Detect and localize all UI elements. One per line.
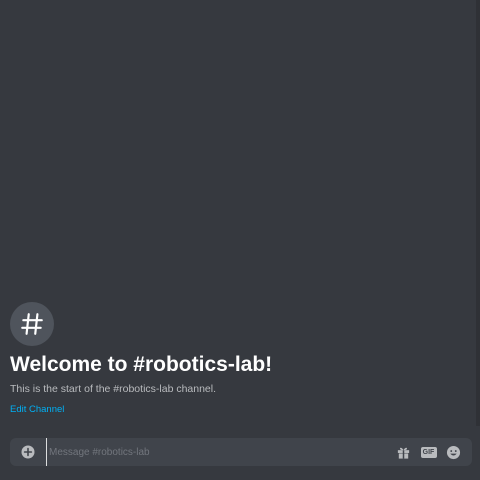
message-scrollbar[interactable] bbox=[476, 0, 480, 426]
message-input[interactable] bbox=[46, 438, 391, 466]
plus-circle-icon bbox=[21, 445, 35, 459]
welcome-title: Welcome to #robotics-lab! bbox=[10, 353, 273, 376]
channel-welcome: Welcome to #robotics-lab! This is the st… bbox=[10, 302, 470, 417]
edit-channel-link[interactable]: Edit Channel bbox=[10, 403, 64, 417]
gift-icon bbox=[397, 447, 410, 459]
emoji-smile-icon bbox=[446, 445, 461, 459]
channel-icon-badge bbox=[10, 302, 54, 346]
gif-icon: GIF bbox=[420, 446, 437, 458]
composer-actions: GIF bbox=[391, 438, 472, 466]
emoji-button[interactable] bbox=[441, 438, 466, 466]
gif-button[interactable]: GIF bbox=[416, 438, 441, 466]
hashtag-icon bbox=[21, 313, 43, 335]
chat-view: Welcome to #robotics-lab! This is the st… bbox=[0, 0, 480, 480]
attach-button[interactable] bbox=[10, 438, 46, 466]
message-composer: GIF bbox=[10, 438, 472, 466]
welcome-subtitle: This is the start of the #robotics-lab c… bbox=[10, 383, 217, 395]
gift-button[interactable] bbox=[391, 438, 416, 466]
